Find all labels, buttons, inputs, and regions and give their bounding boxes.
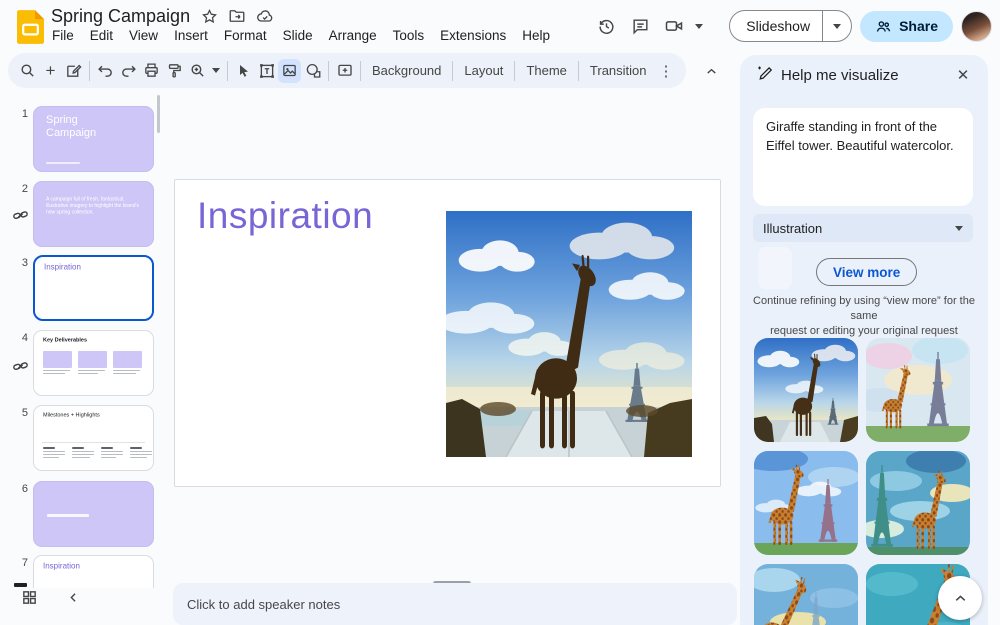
menu-slide[interactable]: Slide bbox=[275, 26, 321, 45]
menu-file[interactable]: File bbox=[44, 26, 82, 45]
collapse-filmstrip-icon[interactable] bbox=[64, 588, 82, 606]
help-me-visualize-panel: Help me visualize ✕ Giraffe standing in … bbox=[740, 55, 988, 625]
filmstrip-slide-6[interactable]: 6 bbox=[0, 481, 168, 549]
menu-tools[interactable]: Tools bbox=[385, 26, 433, 45]
panel-title: Help me visualize bbox=[781, 66, 899, 84]
slide-title-text[interactable]: Inspiration bbox=[197, 195, 373, 237]
move-folder-icon[interactable] bbox=[228, 7, 246, 25]
share-people-icon bbox=[876, 20, 891, 32]
google-slides-window: Spring Campaign File Edit View Insert Fo… bbox=[0, 0, 1000, 625]
refine-hint-text: Continue refining by using “view more” f… bbox=[753, 295, 975, 337]
document-title[interactable]: Spring Campaign bbox=[51, 6, 190, 27]
zoom-dropdown-caret[interactable] bbox=[212, 68, 220, 73]
menu-extensions[interactable]: Extensions bbox=[432, 26, 514, 45]
magic-pencil-icon bbox=[756, 64, 773, 86]
filmstrip-scrollbar[interactable] bbox=[157, 95, 160, 133]
slideshow-button[interactable]: Slideshow bbox=[729, 10, 853, 42]
slide-filmstrip: 1 Spring Campaign 2 A campaign full of f… bbox=[0, 92, 168, 588]
speaker-notes-placeholder: Click to add speaker notes bbox=[187, 596, 341, 612]
menu-insert[interactable]: Insert bbox=[166, 26, 216, 45]
background-button[interactable]: Background bbox=[365, 63, 448, 78]
image-style-dropdown[interactable]: Illustration bbox=[753, 214, 973, 242]
text-box-icon[interactable] bbox=[255, 58, 278, 84]
thumb-title: Inspiration bbox=[43, 562, 80, 571]
hide-menus-button[interactable] bbox=[699, 59, 723, 83]
scroll-to-top-button[interactable] bbox=[938, 576, 982, 620]
slide-canvas[interactable]: Inspiration bbox=[174, 179, 721, 487]
main-toolbar: + Background Layout Theme Transition ⋮ bbox=[8, 53, 686, 88]
filmstrip-slide-2[interactable]: 2 A campaign full of fresh, fantastical,… bbox=[0, 181, 168, 249]
insert-comment-icon[interactable] bbox=[333, 58, 356, 84]
slide-giraffe-image[interactable] bbox=[446, 211, 692, 457]
thumb-title: Inspiration bbox=[44, 263, 81, 272]
print-button[interactable] bbox=[140, 58, 163, 84]
theme-button[interactable]: Theme bbox=[519, 63, 573, 78]
undo-button[interactable] bbox=[94, 58, 117, 84]
menu-arrange[interactable]: Arrange bbox=[321, 26, 385, 45]
version-history-icon[interactable] bbox=[593, 13, 619, 39]
redo-button[interactable] bbox=[117, 58, 140, 84]
filmstrip-position-indicator bbox=[14, 583, 27, 587]
select-cursor-icon[interactable] bbox=[232, 58, 255, 84]
linked-slide-icon bbox=[12, 358, 30, 376]
filmstrip-slide-4[interactable]: 4 Key Deliverables bbox=[0, 330, 168, 398]
menu-format[interactable]: Format bbox=[216, 26, 275, 45]
new-slide-button[interactable]: + bbox=[39, 58, 62, 84]
meet-camera-icon[interactable] bbox=[661, 13, 687, 39]
toolbar-overflow-button[interactable]: ⋮ bbox=[654, 62, 679, 80]
camera-dropdown-caret[interactable] bbox=[695, 23, 704, 29]
transition-button[interactable]: Transition bbox=[583, 63, 654, 78]
cloud-saved-icon[interactable] bbox=[256, 7, 274, 25]
star-icon[interactable] bbox=[200, 7, 218, 25]
generated-image-2[interactable] bbox=[866, 338, 970, 442]
zoom-icon[interactable] bbox=[186, 58, 209, 84]
generated-image-1[interactable] bbox=[754, 338, 858, 442]
comments-icon[interactable] bbox=[627, 13, 653, 39]
share-button[interactable]: Share bbox=[860, 10, 953, 42]
insert-image-button[interactable] bbox=[278, 58, 301, 83]
search-menus-icon[interactable] bbox=[16, 58, 39, 84]
slides-app-logo[interactable] bbox=[17, 10, 44, 44]
thumb-title: Milestones + Highlights bbox=[43, 412, 100, 419]
close-panel-icon[interactable]: ✕ bbox=[952, 64, 974, 86]
generated-image-5[interactable] bbox=[754, 564, 858, 625]
editing-mode-icon[interactable] bbox=[62, 58, 85, 84]
menu-help[interactable]: Help bbox=[514, 26, 558, 45]
filmstrip-slide-1[interactable]: 1 Spring Campaign bbox=[0, 106, 168, 174]
thumb-title: Key Deliverables bbox=[43, 337, 88, 344]
thumb-body-text: A campaign full of fresh, fantastical, i… bbox=[46, 196, 139, 216]
filmstrip-slide-3-selected[interactable]: 3 Inspiration bbox=[0, 255, 168, 323]
menu-bar: File Edit View Insert Format Slide Arran… bbox=[44, 26, 558, 45]
prompt-textarea[interactable]: Giraffe standing in front of the Eiffel … bbox=[753, 108, 973, 206]
grid-view-icon[interactable] bbox=[20, 588, 38, 606]
speaker-notes-bar[interactable]: Click to add speaker notes bbox=[173, 583, 737, 625]
generated-image-3[interactable] bbox=[754, 451, 858, 555]
insert-shape-icon[interactable] bbox=[301, 58, 324, 84]
thumb-title: Spring Campaign bbox=[46, 114, 97, 139]
layout-button[interactable]: Layout bbox=[457, 63, 510, 78]
dropdown-caret-icon bbox=[955, 225, 963, 231]
paint-format-icon[interactable] bbox=[163, 58, 186, 84]
view-more-button[interactable]: View more bbox=[816, 258, 918, 286]
slideshow-options-caret[interactable] bbox=[822, 11, 851, 41]
menu-view[interactable]: View bbox=[121, 26, 166, 45]
menu-edit[interactable]: Edit bbox=[82, 26, 121, 45]
loading-ghost bbox=[758, 247, 792, 289]
filmstrip-slide-5[interactable]: 5 Milestones + Highlights bbox=[0, 405, 168, 473]
linked-slide-icon bbox=[12, 207, 30, 225]
user-avatar[interactable] bbox=[961, 10, 992, 42]
generated-image-4[interactable] bbox=[866, 451, 970, 555]
